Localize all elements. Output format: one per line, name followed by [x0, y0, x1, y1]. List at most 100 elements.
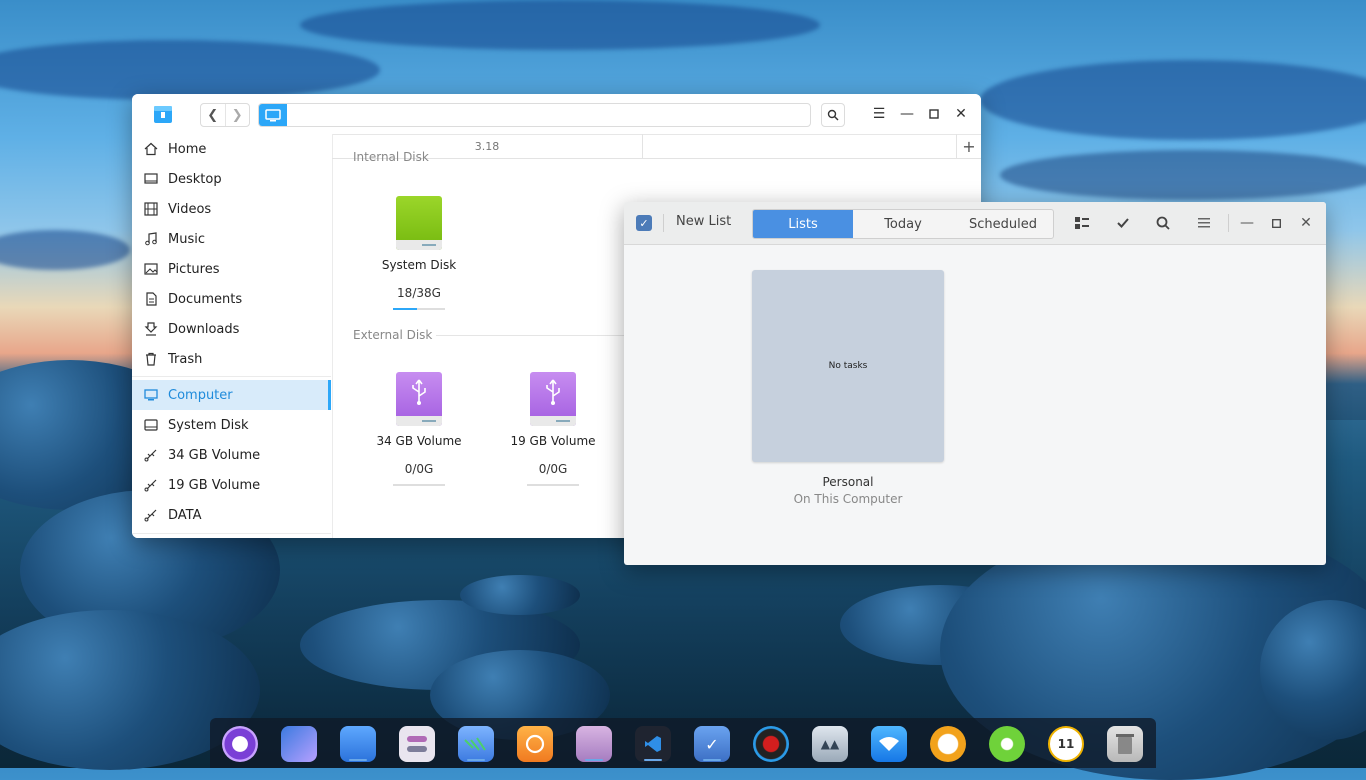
sidebar-item-desktop[interactable]: Desktop: [132, 164, 331, 194]
sidebar-item-label: Trash: [168, 351, 203, 367]
empty-state-text: No tasks: [828, 361, 868, 371]
search-button[interactable]: [821, 103, 845, 127]
sidebar-item-documents[interactable]: Documents: [132, 284, 331, 314]
disk-capacity: 0/0G: [404, 462, 434, 476]
screen-icon[interactable]: [340, 726, 376, 762]
usb-icon: [144, 508, 158, 522]
disk-usage-bar: [393, 484, 445, 486]
menu-button[interactable]: ☰: [867, 102, 891, 126]
maximize-button[interactable]: [1266, 213, 1286, 233]
usb-drive-icon: [530, 372, 576, 426]
maximize-icon: [929, 109, 939, 119]
sidebar-item-trash[interactable]: Trash: [132, 344, 331, 374]
tab-bar: 3.18 +: [332, 134, 981, 159]
show-completed-button[interactable]: [1113, 213, 1133, 233]
monitor-icon[interactable]: [753, 726, 789, 762]
disk-usage-bar: [527, 484, 579, 486]
wechat-icon[interactable]: [989, 726, 1025, 762]
sidebar-item-pictures[interactable]: Pictures: [132, 254, 331, 284]
sidebar-item-label: Documents: [168, 291, 243, 307]
wifi-icon[interactable]: [871, 726, 907, 762]
usb-icon: [144, 478, 158, 492]
documents-icon: [144, 292, 158, 306]
disk-item-system[interactable]: System Disk 18/38G: [364, 196, 474, 310]
chat-icon[interactable]: [930, 726, 966, 762]
computer-icon[interactable]: [259, 104, 287, 126]
sidebar-item-music[interactable]: Music: [132, 224, 331, 254]
list-card-personal[interactable]: No tasks: [752, 270, 944, 462]
control-center-icon[interactable]: [399, 726, 435, 762]
sidebar: Home Desktop Videos Music Pictures Docum…: [132, 134, 333, 538]
tasks-app-icon: ✓: [636, 215, 652, 231]
group-divider: [436, 335, 626, 336]
sidebar-item-label: Desktop: [168, 171, 222, 187]
forward-button[interactable]: ❯: [224, 104, 250, 126]
back-button[interactable]: ❮: [201, 104, 225, 126]
dock: ✓ ▲▲ 11: [210, 718, 1156, 768]
disk-name: System Disk: [381, 258, 457, 272]
clock-icon[interactable]: 11: [1048, 726, 1084, 762]
view-mode-button[interactable]: [1072, 213, 1092, 233]
sidebar-item-computer[interactable]: Computer: [132, 380, 331, 410]
sidebar-item-19gb-volume[interactable]: 19 GB Volume: [132, 470, 331, 500]
minimize-button[interactable]: —: [1237, 213, 1257, 233]
header-separator: [1228, 214, 1229, 232]
disk-usage-bar: [393, 308, 445, 310]
new-list-button[interactable]: New List: [676, 214, 731, 229]
sidebar-item-label: DATA: [168, 507, 202, 523]
add-tab-button[interactable]: +: [956, 134, 981, 158]
tasks-window: ✓ New List Lists Today Scheduled — ✕ No …: [624, 202, 1326, 565]
disk-item-34gb[interactable]: 34 GB Volume 0/0G: [364, 372, 474, 486]
deepin-file-manager-icon[interactable]: [576, 726, 612, 762]
search-button[interactable]: [1153, 213, 1173, 233]
sidebar-item-system-disk[interactable]: System Disk: [132, 410, 331, 440]
pictures-icon: [144, 262, 158, 276]
disk-item-19gb[interactable]: 19 GB Volume 0/0G: [498, 372, 608, 486]
address-bar[interactable]: [258, 103, 811, 127]
hamburger-icon: [1198, 218, 1210, 228]
tab-today[interactable]: Today: [853, 210, 953, 238]
search-icon: [827, 109, 839, 121]
checkmark-icon: [1117, 218, 1129, 228]
close-button[interactable]: ✕: [1296, 213, 1316, 233]
view-switcher: Lists Today Scheduled: [752, 209, 1054, 239]
network-manager-icon[interactable]: ▲▲: [812, 726, 848, 762]
multitasking-icon[interactable]: [281, 726, 317, 762]
sidebar-item-label: Videos: [168, 201, 212, 217]
disk-capacity: 18/38G: [397, 286, 441, 300]
downloads-icon: [144, 322, 158, 336]
sidebar-item-label: Music: [168, 231, 205, 247]
tasks-icon[interactable]: ✓: [694, 726, 730, 762]
disk-name: 34 GB Volume: [376, 434, 462, 448]
tab-scheduled[interactable]: Scheduled: [953, 210, 1053, 238]
sidebar-item-label: 19 GB Volume: [168, 477, 261, 493]
file-manager-logo-icon: [152, 104, 174, 124]
tab-lists[interactable]: Lists: [753, 210, 853, 238]
file-manager-icon[interactable]: [458, 726, 494, 762]
trash-icon: [144, 352, 158, 366]
vscode-icon[interactable]: [635, 726, 671, 762]
sidebar-item-data[interactable]: DATA: [132, 500, 331, 530]
sidebar-item-label: Pictures: [168, 261, 220, 277]
navigation-buttons: ❮ ❯: [200, 103, 250, 127]
external-disk-label: External Disk: [353, 328, 433, 342]
trash-icon[interactable]: [1107, 726, 1143, 762]
home-icon: [144, 142, 158, 156]
minimize-button[interactable]: —: [895, 102, 919, 126]
list-source: On This Computer: [793, 492, 903, 506]
launcher-icon[interactable]: [222, 726, 258, 762]
sidebar-item-label: Computer: [168, 387, 233, 403]
sidebar-item-downloads[interactable]: Downloads: [132, 314, 331, 344]
firefox-icon[interactable]: [517, 726, 553, 762]
menu-button[interactable]: [1194, 213, 1214, 233]
sidebar-item-34gb-volume[interactable]: 34 GB Volume: [132, 440, 331, 470]
header-separator: [663, 214, 664, 232]
sidebar-item-label: Downloads: [168, 321, 240, 337]
grid-list-icon: [1075, 217, 1089, 229]
disk-capacity: 0/0G: [538, 462, 568, 476]
sidebar-item-home[interactable]: Home: [132, 134, 331, 164]
maximize-button[interactable]: [922, 102, 946, 126]
list-title: Personal: [822, 475, 874, 489]
close-button[interactable]: ✕: [949, 102, 973, 126]
sidebar-item-videos[interactable]: Videos: [132, 194, 331, 224]
